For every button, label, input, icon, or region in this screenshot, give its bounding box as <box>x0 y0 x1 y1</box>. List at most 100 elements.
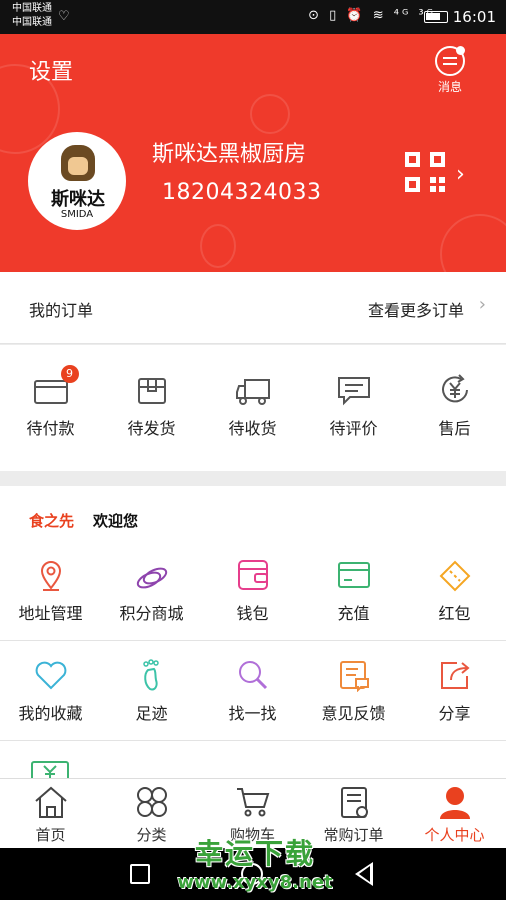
avatar-logo-text: 斯咪达 <box>51 189 105 210</box>
comment-icon <box>336 373 372 407</box>
recharge-card-icon <box>336 558 372 592</box>
home-circle-icon[interactable] <box>241 863 263 885</box>
recharge[interactable]: 充值 <box>303 558 404 624</box>
avatar-logo-subtext: SMIDA <box>60 209 94 220</box>
status-icons: ⊙ ▯ ⏰ ≋ ⁴ᴳ ³ᴳ <box>308 8 436 23</box>
brand-name: 食之先 <box>29 512 75 530</box>
order-after-sales[interactable]: 售后 <box>404 373 505 439</box>
order-status-label: 待评价 <box>329 419 378 438</box>
tab-category[interactable]: 分类 <box>101 785 202 845</box>
location-icon <box>33 558 69 592</box>
service-label: 地址管理 <box>18 604 83 623</box>
tab-frequent-orders[interactable]: 常购订单 <box>303 785 404 845</box>
carrier-info: 中国联通 中国联通 <box>12 2 52 30</box>
back-triangle-icon[interactable] <box>355 862 373 886</box>
health-icon: ♡ <box>58 9 70 24</box>
my-orders-label: 我的订单 <box>29 301 94 320</box>
tab-label: 首页 <box>35 826 66 844</box>
welcome-text: 欢迎您 <box>93 512 139 530</box>
unread-dot <box>456 46 465 55</box>
order-status-label: 待发货 <box>127 419 176 438</box>
order-pending-receipt[interactable]: 待收货 <box>202 373 303 439</box>
bottom-tab-bar: 首页 分类 购物车 常购订单 个人中心 <box>0 778 506 848</box>
chevron-right-icon[interactable]: › <box>456 162 465 187</box>
service-label: 分享 <box>438 704 471 723</box>
footprint-icon <box>134 658 170 692</box>
divider <box>0 740 506 741</box>
share-icon <box>437 658 473 692</box>
service-label: 充值 <box>337 604 370 623</box>
tab-home[interactable]: 首页 <box>0 785 101 845</box>
tab-label: 分类 <box>136 826 167 844</box>
decorative-pattern <box>440 214 506 272</box>
coupon-icon <box>437 558 473 592</box>
order-status-label: 售后 <box>438 419 471 438</box>
service-label: 意见反馈 <box>321 704 386 723</box>
order-pending-payment[interactable]: 9 待付款 <box>0 365 101 439</box>
profile-icon <box>437 785 473 819</box>
card-icon: 9 <box>33 365 79 407</box>
order-pending-review[interactable]: 待评价 <box>303 373 404 439</box>
view-more-orders-link[interactable]: 查看更多订单 <box>368 297 464 321</box>
money-icon[interactable] <box>30 758 70 778</box>
service-label: 我的收藏 <box>18 704 83 723</box>
carrier-label: 中国联通 <box>12 3 52 14</box>
address-management[interactable]: 地址管理 <box>0 558 101 624</box>
wallet-icon <box>235 558 271 592</box>
carrier-label: 中国联通 <box>12 17 52 28</box>
tab-cart[interactable]: 购物车 <box>202 785 303 845</box>
order-list-icon <box>336 785 372 819</box>
status-bar: 中国联通 中国联通 ♡ ⊙ ▯ ⏰ ≋ ⁴ᴳ ³ᴳ 16:01 <box>0 0 506 34</box>
service-label: 钱包 <box>236 604 269 623</box>
category-icon <box>134 785 170 819</box>
decorative-pattern <box>250 94 290 134</box>
points-mall[interactable]: 积分商城 <box>101 558 202 624</box>
tab-label: 个人中心 <box>424 826 485 844</box>
system-navigation-bar <box>0 848 506 900</box>
unpaid-count-badge: 9 <box>60 365 79 383</box>
clock: 16:01 <box>452 8 496 26</box>
services-panel: 食之先 欢迎您 地址管理 积分商城 钱包 充值 红包 我的收藏 足迹 找一找 意… <box>0 486 506 778</box>
feedback-icon <box>336 658 372 693</box>
order-status-row: 9 待付款 待发货 待收货 待评价 售后 <box>0 345 506 471</box>
service-label: 足迹 <box>135 704 168 723</box>
home-icon <box>33 785 69 819</box>
truck-icon <box>235 373 271 407</box>
red-packet[interactable]: 红包 <box>404 558 505 624</box>
tab-profile[interactable]: 个人中心 <box>404 785 505 845</box>
feedback[interactable]: 意见反馈 <box>303 658 404 724</box>
tab-label: 常购订单 <box>323 826 384 844</box>
order-status-label: 待收货 <box>228 419 277 438</box>
profile-header: 设置 消息 斯咪达 SMIDA 斯咪达黑椒厨房 18204324033 › <box>0 34 506 272</box>
battery-icon <box>424 11 448 23</box>
qr-code-icon[interactable] <box>405 152 445 192</box>
magnifier-icon <box>235 658 271 692</box>
message-label: 消息 <box>437 80 462 94</box>
shop-name: 斯咪达黑椒厨房 <box>152 142 307 167</box>
footprints[interactable]: 足迹 <box>101 658 202 724</box>
search-find[interactable]: 找一找 <box>202 658 303 724</box>
divider <box>0 640 506 641</box>
service-label: 红包 <box>438 604 471 623</box>
message-button[interactable]: 消息 <box>432 46 468 95</box>
avatar[interactable]: 斯咪达 SMIDA <box>28 132 126 230</box>
my-favorites[interactable]: 我的收藏 <box>0 658 101 724</box>
page-title: 设置 <box>29 60 74 85</box>
cart-icon <box>235 785 271 819</box>
service-label: 找一找 <box>228 704 277 723</box>
heart-icon <box>33 658 69 692</box>
chevron-right-icon: › <box>478 294 486 315</box>
recent-apps-icon[interactable] <box>130 864 150 884</box>
decorative-pattern <box>200 224 236 268</box>
order-pending-shipment[interactable]: 待发货 <box>101 373 202 439</box>
chef-portrait <box>61 145 95 181</box>
wallet[interactable]: 钱包 <box>202 558 303 624</box>
service-label: 积分商城 <box>119 604 184 623</box>
my-orders-row[interactable]: 我的订单 查看更多订单 › <box>0 272 506 344</box>
phone-number: 18204324033 <box>162 180 322 205</box>
coins-icon <box>134 558 170 592</box>
share[interactable]: 分享 <box>404 658 505 724</box>
order-status-label: 待付款 <box>26 419 75 438</box>
message-icon <box>435 46 465 76</box>
tab-label: 购物车 <box>229 826 275 844</box>
